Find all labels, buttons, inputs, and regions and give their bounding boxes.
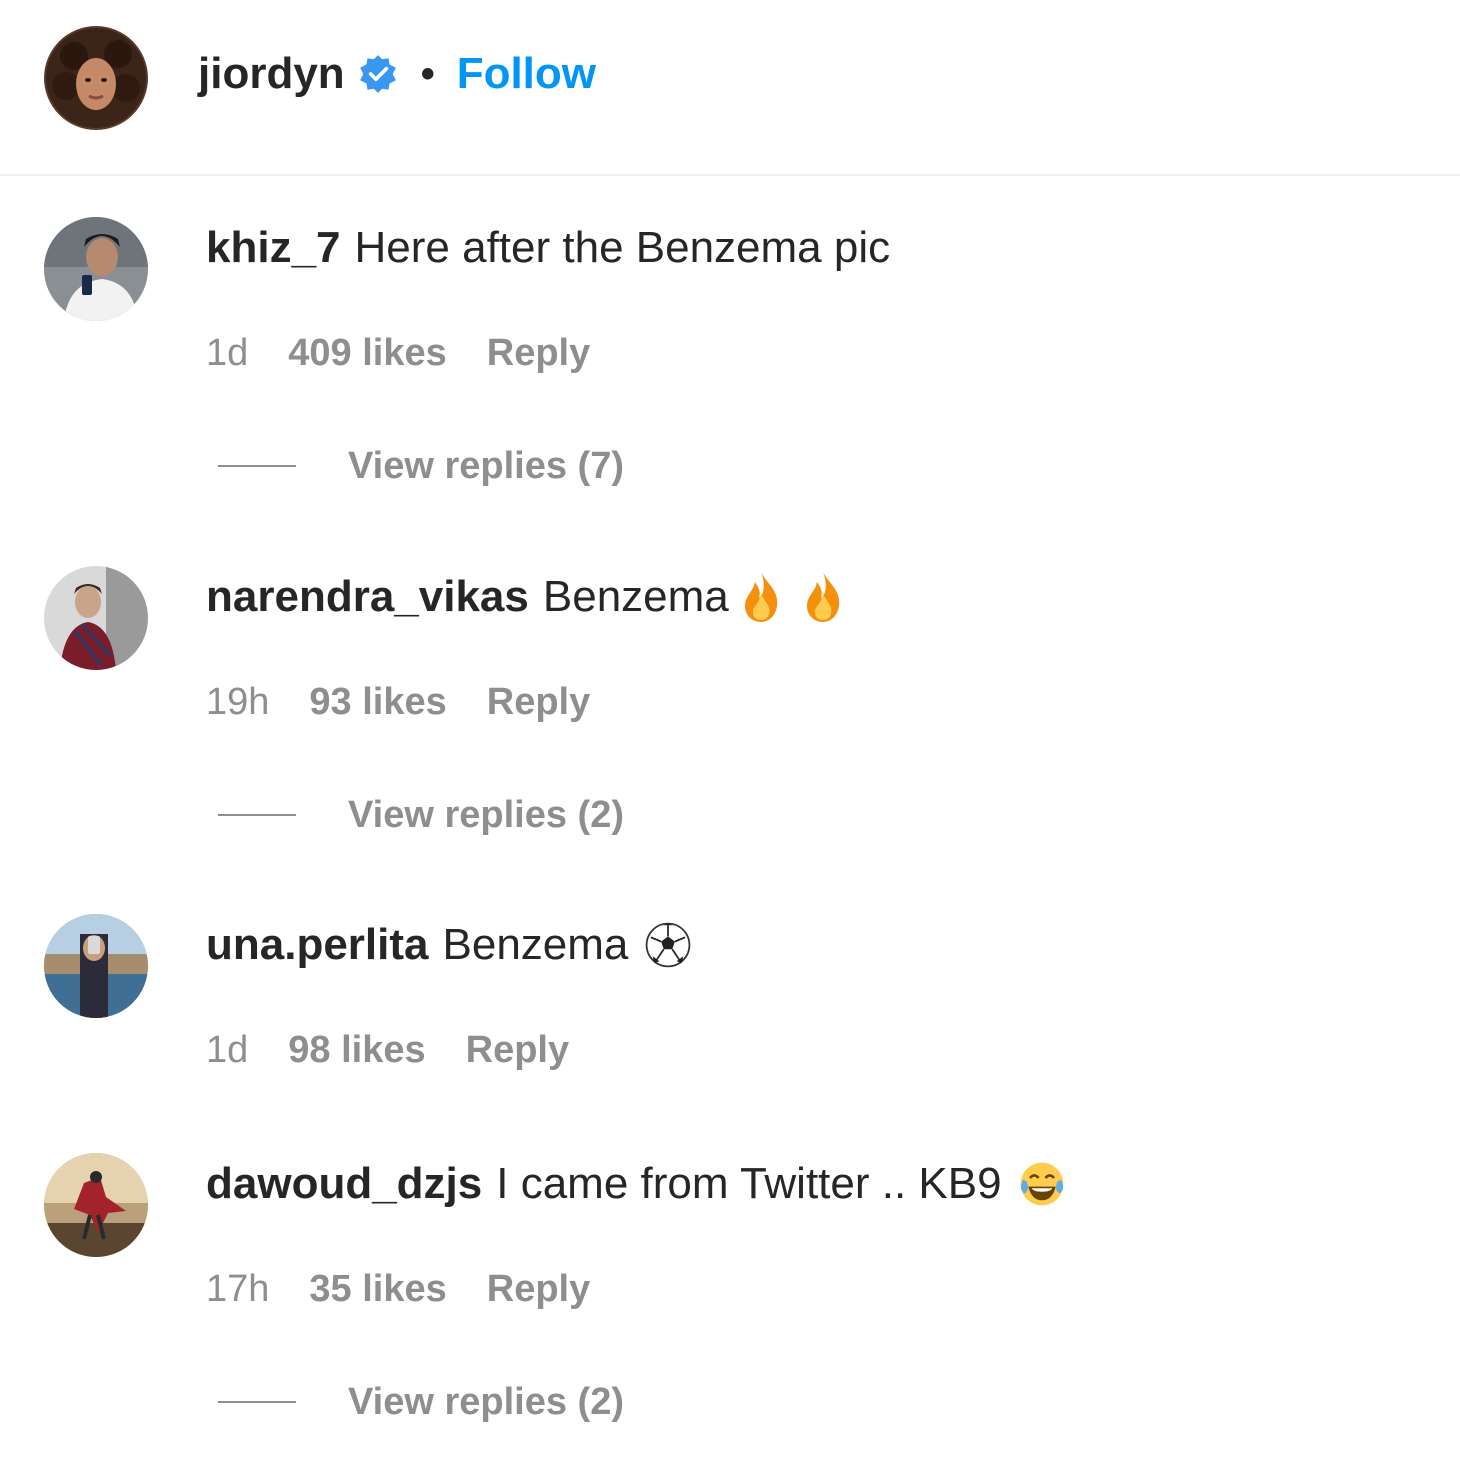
comment-body: dawoud_dzjs I came from Twitter .. KB9: [206, 1157, 1074, 1211]
view-replies-button[interactable]: View replies (7): [218, 442, 624, 490]
separator-dot: •: [420, 52, 435, 96]
tears-of-joy-emoji: [1018, 1157, 1074, 1211]
replies-divider-line: [218, 814, 296, 816]
comment-meta: 19h 93 likes Reply: [206, 678, 590, 726]
view-replies-label: View replies (7): [348, 445, 624, 487]
view-replies-label: View replies (2): [348, 794, 624, 836]
comment-meta: 1d 98 likes Reply: [206, 1026, 569, 1074]
post-author-avatar[interactable]: [44, 26, 148, 130]
fire-emoji: [737, 570, 785, 624]
comment-body: narendra_vikas Benzema: [206, 570, 847, 624]
comment-meta: 1d 409 likes Reply: [206, 329, 590, 377]
comment-meta: 17h 35 likes Reply: [206, 1265, 590, 1313]
comment-username[interactable]: una.perlita: [206, 918, 429, 972]
post-author: jiordyn • Follow: [198, 46, 596, 102]
replies-divider-line: [218, 465, 296, 467]
comment-avatar[interactable]: [44, 566, 148, 670]
comment-username[interactable]: khiz_7: [206, 221, 341, 275]
comment-avatar[interactable]: [44, 1153, 148, 1257]
comment-body: khiz_7 Here after the Benzema pic: [206, 221, 890, 275]
reply-button[interactable]: Reply: [487, 678, 590, 726]
comment-text: I came from Twitter .. KB9: [496, 1159, 1002, 1208]
post-header: jiordyn • Follow: [0, 0, 1460, 176]
comment-time[interactable]: 1d: [206, 1026, 248, 1074]
comment-text: Benzema: [442, 920, 629, 969]
comment-text: Benzema: [542, 572, 729, 621]
comment-likes[interactable]: 98 likes: [288, 1026, 425, 1074]
comment-likes[interactable]: 35 likes: [309, 1265, 446, 1313]
reply-button[interactable]: Reply: [487, 1265, 590, 1313]
comment-text: Here after the Benzema pic: [354, 223, 891, 272]
comment-avatar[interactable]: [44, 217, 148, 321]
comment-likes[interactable]: 409 likes: [288, 329, 446, 377]
replies-divider-line: [218, 1401, 296, 1403]
soccer-ball-emoji: [644, 918, 700, 972]
comment-avatar[interactable]: [44, 914, 148, 1018]
comment-body: una.perlita Benzema: [206, 918, 700, 972]
reply-button[interactable]: Reply: [466, 1026, 569, 1074]
post-author-username[interactable]: jiordyn: [198, 46, 345, 102]
view-replies-button[interactable]: View replies (2): [218, 791, 624, 839]
view-replies-label: View replies (2): [348, 1381, 624, 1423]
comment-username[interactable]: narendra_vikas: [206, 570, 529, 624]
verified-badge-icon: [357, 53, 399, 95]
comment-username[interactable]: dawoud_dzjs: [206, 1157, 482, 1211]
comment-likes[interactable]: 93 likes: [309, 678, 446, 726]
comment-time[interactable]: 19h: [206, 678, 269, 726]
follow-button[interactable]: Follow: [457, 46, 596, 102]
comment-time[interactable]: 1d: [206, 329, 248, 377]
fire-emoji: [799, 570, 847, 624]
view-replies-button[interactable]: View replies (2): [218, 1378, 624, 1426]
comment-time[interactable]: 17h: [206, 1265, 269, 1313]
reply-button[interactable]: Reply: [487, 329, 590, 377]
